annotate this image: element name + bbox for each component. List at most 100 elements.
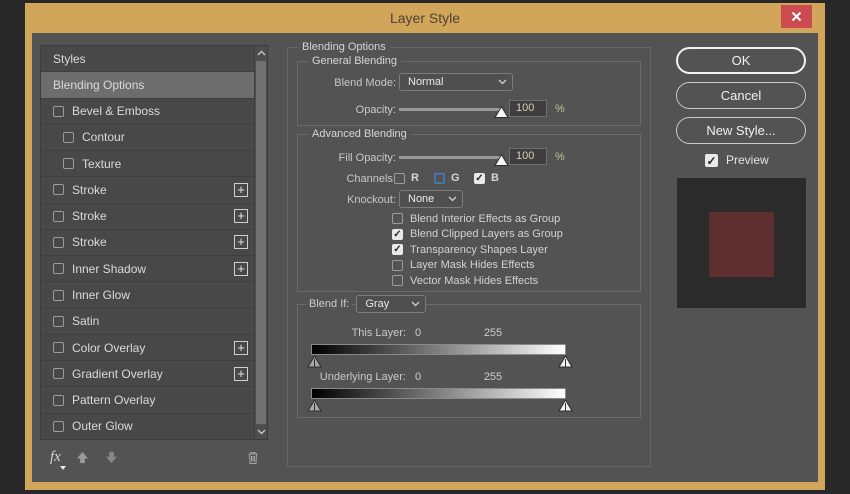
channel-b[interactable]: B bbox=[474, 172, 514, 184]
sidebar-item-gradient-overlay[interactable]: Gradient Overlay+ bbox=[41, 361, 254, 387]
fill-opacity-unit: % bbox=[555, 151, 565, 163]
desktop-background: Layer Style StylesBlending Options Bevel … bbox=[0, 0, 850, 494]
styles-scrollbar[interactable] bbox=[254, 46, 267, 439]
underlying-layer-gradient-bar bbox=[311, 388, 566, 399]
sidebar-item-label: Contour bbox=[82, 130, 125, 144]
checkbox[interactable] bbox=[392, 244, 403, 255]
checkbox[interactable] bbox=[53, 211, 64, 222]
checkbox[interactable] bbox=[392, 260, 403, 271]
checkbox[interactable] bbox=[53, 395, 64, 406]
scroll-down-button[interactable] bbox=[255, 426, 267, 438]
this-layer-label: This Layer: bbox=[298, 327, 406, 339]
checkbox[interactable] bbox=[53, 368, 64, 379]
sidebar-item-satin[interactable]: Satin bbox=[41, 309, 254, 335]
sidebar-item-color-overlay[interactable]: Color Overlay+ bbox=[41, 335, 254, 361]
checkbox[interactable] bbox=[63, 132, 74, 143]
add-effect-icon[interactable]: + bbox=[234, 367, 248, 381]
checkbox[interactable] bbox=[53, 237, 64, 248]
scrollbar-thumb[interactable] bbox=[256, 61, 266, 424]
add-effect-icon[interactable]: + bbox=[234, 341, 248, 355]
checkbox[interactable] bbox=[394, 173, 405, 184]
sidebar-item-label: Bevel & Emboss bbox=[72, 104, 160, 118]
underlying-layer-black-thumb[interactable] bbox=[307, 399, 322, 417]
underlying-layer-white-thumb[interactable] bbox=[558, 399, 573, 417]
checkbox[interactable] bbox=[53, 421, 64, 432]
delete-effect-button[interactable] bbox=[246, 450, 260, 465]
add-effect-icon[interactable]: + bbox=[234, 183, 248, 197]
this-layer-min: 0 bbox=[412, 327, 424, 339]
advanced-options-list: Blend Interior Effects as GroupBlend Cli… bbox=[392, 211, 563, 289]
trash-icon bbox=[246, 450, 260, 465]
preview-checkbox[interactable] bbox=[705, 154, 718, 167]
cancel-button[interactable]: Cancel bbox=[676, 82, 806, 109]
checkbox[interactable] bbox=[53, 106, 64, 117]
checkbox[interactable] bbox=[434, 173, 445, 184]
checkbox[interactable] bbox=[63, 158, 74, 169]
sidebar-item-stroke[interactable]: Stroke+ bbox=[41, 177, 254, 203]
add-effect-icon[interactable]: + bbox=[234, 235, 248, 249]
blend-if-dropdown[interactable]: Gray bbox=[356, 295, 426, 313]
sidebar-item-stroke[interactable]: Stroke+ bbox=[41, 230, 254, 256]
checkbox[interactable] bbox=[53, 342, 64, 353]
scroll-up-button[interactable] bbox=[255, 47, 267, 59]
arrow-down-icon bbox=[104, 450, 119, 465]
checkbox[interactable] bbox=[474, 173, 485, 184]
add-effect-icon[interactable]: + bbox=[234, 209, 248, 223]
fill-opacity-slider-thumb[interactable] bbox=[494, 153, 509, 171]
chevron-down-icon bbox=[498, 79, 507, 85]
blend-if-value: Gray bbox=[365, 298, 411, 310]
close-button[interactable] bbox=[781, 5, 812, 28]
sidebar-item-styles[interactable]: Styles bbox=[41, 46, 254, 72]
sidebar-item-contour[interactable]: Contour bbox=[41, 125, 254, 151]
sidebar-item-bevel-emboss[interactable]: Bevel & Emboss bbox=[41, 99, 254, 125]
option-label: Blend Clipped Layers as Group bbox=[410, 228, 563, 240]
sidebar-item-texture[interactable]: Texture bbox=[41, 151, 254, 177]
checkbox[interactable] bbox=[392, 229, 403, 240]
sidebar-item-inner-shadow[interactable]: Inner Shadow+ bbox=[41, 256, 254, 282]
dialog-titlebar[interactable]: Layer Style bbox=[25, 3, 825, 33]
sidebar-item-blending-options[interactable]: Blending Options bbox=[41, 72, 254, 98]
sidebar-item-inner-glow[interactable]: Inner Glow bbox=[41, 282, 254, 308]
sidebar-item-outer-glow[interactable]: Outer Glow bbox=[41, 414, 254, 439]
option-layer-mask-hides-effects[interactable]: Layer Mask Hides Effects bbox=[392, 258, 563, 274]
chevron-down-icon bbox=[411, 301, 420, 307]
checkbox[interactable] bbox=[53, 184, 64, 195]
fill-opacity-input[interactable]: 100 bbox=[509, 148, 547, 165]
move-effect-up-button[interactable] bbox=[75, 450, 90, 465]
underlying-layer-max: 255 bbox=[481, 371, 505, 383]
option-transparency-shapes-layer[interactable]: Transparency Shapes Layer bbox=[392, 242, 563, 258]
channel-r[interactable]: R bbox=[394, 172, 434, 184]
preview-toggle[interactable]: Preview bbox=[705, 153, 769, 167]
layer-style-dialog: Layer Style StylesBlending Options Bevel … bbox=[25, 3, 825, 490]
checkbox[interactable] bbox=[53, 290, 64, 301]
sidebar-item-stroke[interactable]: Stroke+ bbox=[41, 204, 254, 230]
fx-menu-button[interactable]: fx bbox=[50, 448, 61, 466]
this-layer-white-thumb[interactable] bbox=[558, 355, 573, 373]
option-blend-clipped-layers-as-group[interactable]: Blend Clipped Layers as Group bbox=[392, 227, 563, 243]
add-effect-icon[interactable]: + bbox=[234, 262, 248, 276]
knockout-dropdown[interactable]: None bbox=[399, 190, 463, 208]
opacity-slider-thumb[interactable] bbox=[494, 105, 509, 123]
sidebar-item-pattern-overlay[interactable]: Pattern Overlay bbox=[41, 387, 254, 413]
opacity-input[interactable]: 100 bbox=[509, 100, 547, 117]
checkbox[interactable] bbox=[392, 213, 403, 224]
option-vector-mask-hides-effects[interactable]: Vector Mask Hides Effects bbox=[392, 273, 563, 289]
channel-label: B bbox=[491, 172, 499, 184]
styles-list: StylesBlending Options Bevel & Emboss Cont… bbox=[41, 46, 254, 439]
arrow-up-icon bbox=[75, 450, 90, 465]
checkbox[interactable] bbox=[392, 275, 403, 286]
blend-mode-dropdown[interactable]: Normal bbox=[399, 73, 513, 91]
checkbox[interactable] bbox=[53, 263, 64, 274]
ok-button[interactable]: OK bbox=[676, 47, 806, 74]
sidebar-item-label: Outer Glow bbox=[72, 419, 133, 433]
chevron-down-icon bbox=[257, 429, 266, 435]
general-blending-title: General Blending bbox=[308, 55, 401, 67]
new-style-button[interactable]: New Style... bbox=[676, 117, 806, 144]
sidebar-item-label: Texture bbox=[82, 157, 121, 171]
channel-g[interactable]: G bbox=[434, 172, 474, 184]
move-effect-down-button[interactable] bbox=[104, 450, 119, 465]
option-blend-interior-effects-as-group[interactable]: Blend Interior Effects as Group bbox=[392, 211, 563, 227]
styles-panel-footer: fx bbox=[40, 446, 268, 468]
sidebar-item-label: Satin bbox=[72, 314, 99, 328]
checkbox[interactable] bbox=[53, 316, 64, 327]
